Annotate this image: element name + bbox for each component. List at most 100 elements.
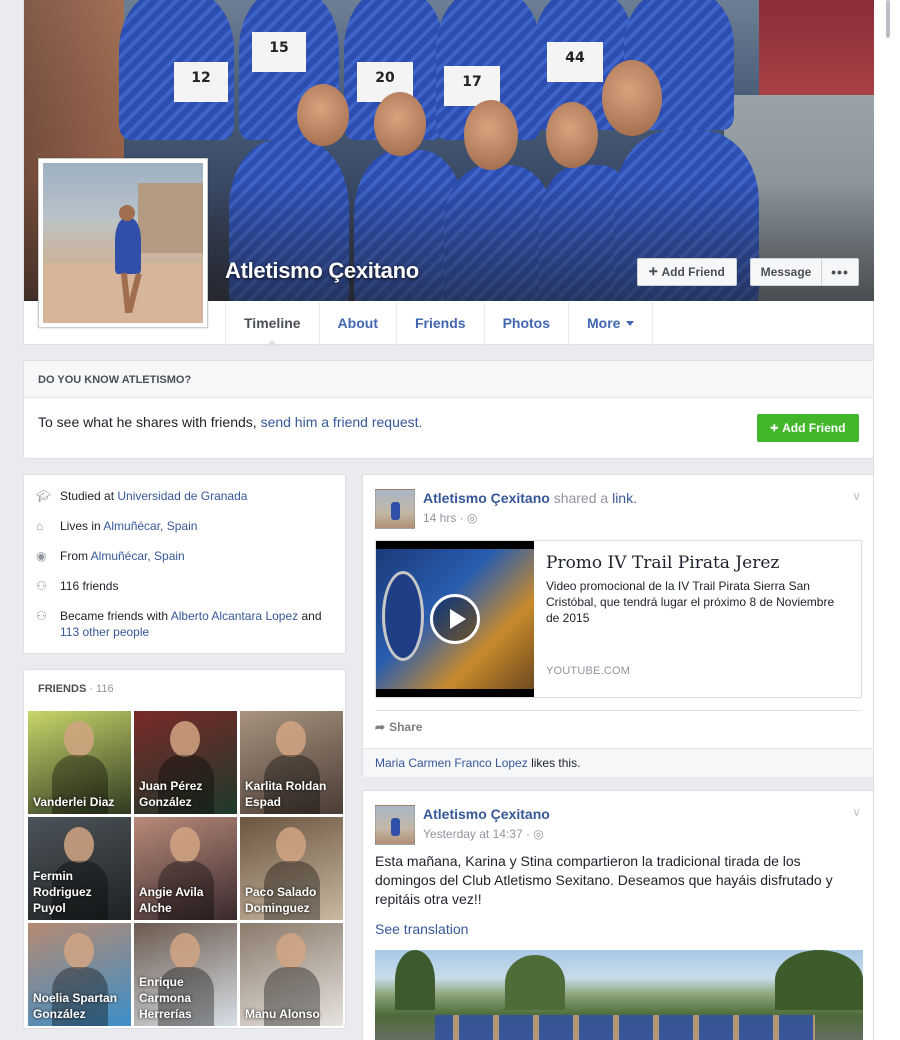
friend-name[interactable]: Angie Avila Alche [139, 884, 233, 916]
more-options-button[interactable]: ••• [821, 258, 859, 286]
friend-tile[interactable]: Vanderlei Diaz [28, 711, 131, 814]
cover-face [602, 60, 662, 136]
friend-name[interactable]: Juan Pérez González [139, 778, 233, 810]
intro-text: From [60, 549, 91, 563]
share-label: Share [389, 720, 423, 734]
add-friend-icon: ➕︎ [649, 265, 658, 278]
medal-icon [382, 571, 424, 661]
friend-photo [64, 827, 94, 863]
share-button[interactable]: ➦ Share [375, 720, 422, 734]
caret-down-icon [626, 320, 635, 326]
post-timestamp[interactable]: 14 hrs · ◎ [423, 511, 478, 525]
post-author[interactable]: Atletismo Çexitano [423, 490, 550, 506]
know-heading: DO YOU KNOW ATLETISMO? [24, 361, 873, 398]
friend-name[interactable]: Paco Salado Dominguez [245, 884, 339, 916]
friend-tile[interactable]: Angie Avila Alche [134, 817, 237, 920]
friends-icon: ⚇ [36, 579, 47, 593]
friend-name[interactable]: Karlita Roldan Espad [245, 778, 339, 810]
link-preview[interactable]: Promo IV Trail Pirata Jerez Video promoc… [375, 540, 862, 698]
friend-name[interactable]: Noelia Spartan González [33, 990, 127, 1022]
city-link[interactable]: Almuñécar, Spain [103, 519, 197, 533]
see-translation-link[interactable]: See translation [375, 921, 468, 937]
friend-name[interactable]: Vanderlei Diaz [33, 794, 127, 810]
tab-timeline[interactable]: Timeline [225, 301, 320, 346]
liker-link[interactable]: Maria Carmen Franco Lopez [375, 756, 528, 770]
cover-banner [759, 0, 874, 95]
scrollbar-thumb[interactable] [886, 0, 890, 38]
other-people-link[interactable]: 113 other people [60, 625, 149, 639]
friend-tile[interactable]: Karlita Roldan Espad [240, 711, 343, 814]
friend-tile[interactable]: Manu Alonso [240, 923, 343, 1026]
add-friend-icon: ➕︎ [770, 422, 779, 434]
intro-text: 116 friends [60, 579, 119, 593]
hometown-link[interactable]: Almuñécar, Spain [91, 549, 185, 563]
profile-tabs: Timeline About Friends Photos More [225, 301, 654, 346]
friend-link[interactable]: Alberto Alcantara Lopez [171, 609, 298, 623]
friends-count: · 116 [86, 683, 114, 695]
tab-more[interactable]: More [569, 301, 654, 345]
know-prompt: To see what he shares with friends, [38, 414, 261, 430]
timestamp-text: Yesterday at 14:37 · [423, 827, 534, 841]
intro-from: ◉ From Almuñécar, Spain [36, 548, 345, 564]
tab-label: Friends [414, 315, 466, 331]
add-friend-green-button[interactable]: ➕︎ Add Friend [757, 414, 859, 442]
profile-photo [43, 163, 203, 323]
friend-name[interactable]: Enrique Carmona Herrerías [139, 974, 233, 1022]
globe-icon: ◎ [533, 827, 544, 841]
school-link[interactable]: Universidad de Granada [117, 489, 247, 503]
shared-link-post: Atletismo Çexitano shared a link. 14 hrs… [362, 474, 874, 777]
intro-card: 🎓︎ Studied at Universidad de Granada ⌂ L… [23, 474, 346, 654]
friend-tile[interactable]: Juan Pérez González [134, 711, 237, 814]
video-thumbnail[interactable] [376, 541, 534, 697]
friend-name[interactable]: Manu Alonso [245, 1006, 339, 1022]
friend-tile[interactable]: Paco Salado Dominguez [240, 817, 343, 920]
friend-tile[interactable]: Noelia Spartan González [28, 923, 131, 1026]
know-text: To see what he shares with friends, send… [38, 414, 422, 430]
post-timestamp[interactable]: Yesterday at 14:37 · ◎ [423, 827, 544, 841]
friend-tile[interactable]: Enrique Carmona Herrerías [134, 923, 237, 1026]
cover-face [464, 100, 518, 170]
likes-summary: Maria Carmen Franco Lopez likes this. [363, 748, 873, 777]
friend-name[interactable]: Fermin Rodriguez Puyol [33, 868, 127, 916]
friend-request-link[interactable]: send him a friend request. [261, 414, 423, 430]
cover-face [374, 92, 426, 156]
tab-photos[interactable]: Photos [485, 301, 570, 345]
friends-card: FRIENDS · 116 Vanderlei Diaz Juan Pérez G… [23, 669, 346, 1029]
link-title[interactable]: Promo IV Trail Pirata Jerez [546, 553, 779, 573]
graduation-icon: 🎓︎ [36, 489, 52, 503]
chevron-down-icon[interactable]: ∨ [852, 489, 861, 503]
share-icon: ➦ [375, 720, 386, 734]
post-author[interactable]: Atletismo Çexitano [423, 806, 550, 822]
page-scrollbar[interactable] [873, 0, 900, 1040]
tab-about[interactable]: About [320, 301, 397, 345]
avatar[interactable] [375, 805, 415, 845]
chevron-down-icon[interactable]: ∨ [852, 805, 861, 819]
tab-friends[interactable]: Friends [397, 301, 485, 345]
friend-photo [276, 721, 306, 757]
friend-photo [64, 933, 94, 969]
avatar[interactable] [375, 489, 415, 529]
intro-text: and [298, 609, 322, 623]
intro-friends-count: ⚇ 116 friends [36, 578, 345, 594]
timestamp-text: 14 hrs · [423, 511, 468, 525]
add-friend-label: Add Friend [782, 421, 846, 435]
profile-name[interactable]: Atletismo Çexitano [225, 258, 419, 284]
post-actions: ➦ Share [375, 710, 862, 734]
friend-photo [170, 721, 200, 757]
post-photo[interactable] [375, 950, 863, 1040]
post-text: Esta mañana, Karina y Stina compartieron… [375, 853, 833, 907]
intro-text: Became friends with [60, 609, 171, 623]
intro-text: Lives in [60, 519, 104, 533]
play-icon[interactable] [430, 594, 480, 644]
tab-label: More [587, 315, 621, 331]
shared-link[interactable]: link. [612, 490, 637, 506]
profile-picture[interactable] [38, 158, 208, 328]
add-friend-button[interactable]: ➕︎ Add Friend [637, 258, 737, 286]
intro-studied: 🎓︎ Studied at Universidad de Granada [36, 488, 345, 504]
friends-title[interactable]: FRIENDS [38, 683, 86, 695]
message-button[interactable]: Message [750, 258, 822, 286]
intro-became-friends: ⚇ Became friends with Alberto Alcantara … [36, 608, 345, 640]
friend-tile[interactable]: Fermin Rodriguez Puyol [28, 817, 131, 920]
tab-label: Timeline [244, 315, 301, 331]
friends-heading: FRIENDS · 116 [24, 670, 345, 708]
